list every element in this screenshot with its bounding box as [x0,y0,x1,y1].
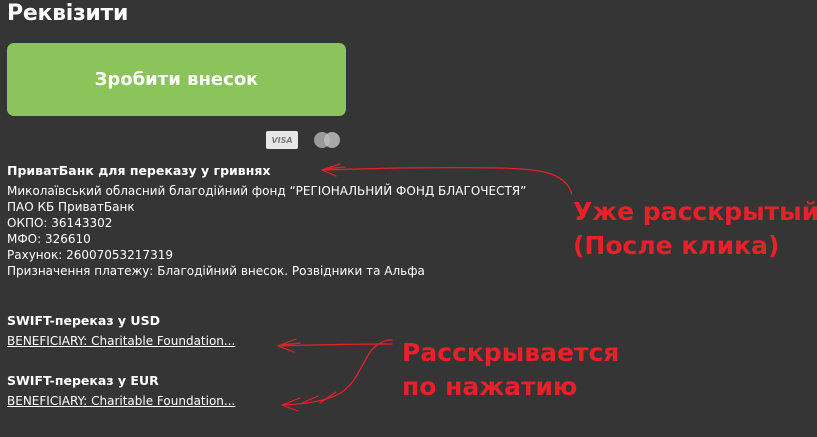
arrow-usd [277,343,393,347]
annotation-expanded: Уже расскрытый (После клика) [573,195,817,263]
annotation-line: по нажатию [402,372,578,401]
annotation-line: Уже расскрытый [573,197,817,226]
annotation-line: (После клика) [573,231,780,260]
arrow-eur [281,339,393,406]
arrow-expanded [321,167,573,195]
annotation-line: Расскрывается [402,338,620,367]
annotation-collapsed: Расскрывается по нажатию [402,336,619,404]
